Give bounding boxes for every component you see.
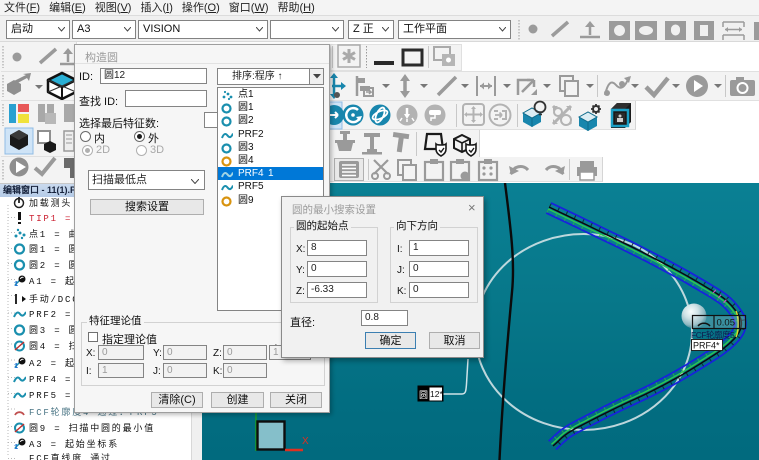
svg-text:X: X [302,436,309,447]
svg-text:1: 1 [14,444,20,450]
svg-text:FCF轮廓度5: FCF轮廓度5 [691,330,735,340]
svg-text:圆: 圆 [419,390,428,400]
svg-text:12*: 12* [430,389,443,399]
svg-text:1: 1 [14,363,20,369]
svg-text:0.05: 0.05 [717,318,736,329]
svg-text:PRF4*: PRF4* [693,341,720,351]
svg-text:1: 1 [14,281,20,287]
